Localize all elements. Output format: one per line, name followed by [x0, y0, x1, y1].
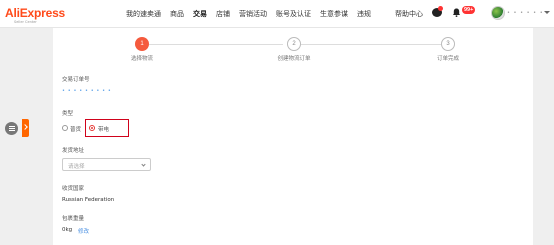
order-number-value: • • • • • • • • •	[62, 88, 112, 94]
nav-business-advisor[interactable]: 生意参谋	[320, 9, 348, 19]
message-dot-icon	[438, 6, 443, 11]
country-value: Russian Federation	[62, 197, 115, 203]
nav-account[interactable]: 账号及认证	[276, 9, 311, 19]
step-3-indicator: 3	[441, 37, 455, 51]
category-label: 类型	[62, 111, 74, 117]
step-2-label: 创建物流订单	[277, 56, 311, 62]
aliexpress-logo[interactable]: AliExpress Seller Center	[5, 4, 65, 25]
top-navigation-bar: AliExpress Seller Center 我的速卖通 商品 交易 店铺 …	[0, 0, 554, 28]
nav-marketing[interactable]: 营销活动	[239, 9, 267, 19]
ship-address-placeholder: 请选择	[68, 164, 85, 170]
nav-violations[interactable]: 违规	[357, 9, 371, 19]
radio-general-goods-label[interactable]: 普货	[70, 125, 81, 133]
step-2-indicator: 2	[287, 37, 301, 51]
menu-icon[interactable]	[5, 122, 18, 135]
order-number-label: 交易订单号	[62, 77, 90, 83]
nav-my-aliexpress[interactable]: 我的速卖通	[126, 9, 161, 19]
logo-text: AliExpress	[5, 6, 66, 20]
notification-badge: 99+	[462, 6, 476, 14]
main-nav: 我的速卖通 商品 交易 店铺 营销活动 账号及认证 生意参谋 违规	[126, 9, 371, 19]
sidebar-expand-icon[interactable]	[22, 119, 29, 137]
highlight-annotation	[85, 119, 129, 137]
nav-products[interactable]: 商品	[170, 9, 184, 19]
nav-store[interactable]: 店铺	[216, 9, 230, 19]
avatar[interactable]	[491, 6, 505, 20]
edit-weight-link[interactable]: 修改	[78, 227, 89, 235]
ship-address-label: 发货地址	[62, 148, 85, 154]
chevron-down-icon	[141, 162, 146, 167]
username[interactable]: • • • • • •	[507, 10, 544, 16]
step-1-label: 选择物流	[130, 56, 154, 62]
step-connector	[149, 44, 283, 45]
weight-label: 包裹重量	[62, 216, 85, 222]
step-connector	[301, 44, 441, 45]
help-center-link[interactable]: 帮助中心	[395, 9, 423, 19]
logo-subtitle: Seller Center	[14, 20, 37, 24]
bell-icon[interactable]	[452, 8, 461, 17]
weight-value: 0kg	[62, 227, 73, 233]
country-label: 收货国家	[62, 186, 85, 192]
chevron-down-icon[interactable]	[544, 11, 550, 14]
step-1-indicator: 1	[135, 37, 149, 51]
step-3-label: 订单完成	[436, 56, 460, 62]
ship-address-select[interactable]: 请选择	[62, 158, 151, 171]
nav-transactions[interactable]: 交易	[193, 9, 207, 19]
main-panel: 1 选择物流 2 创建物流订单 3 订单完成 交易订单号 • • • • • •…	[53, 28, 533, 245]
radio-general-goods[interactable]	[62, 125, 68, 131]
